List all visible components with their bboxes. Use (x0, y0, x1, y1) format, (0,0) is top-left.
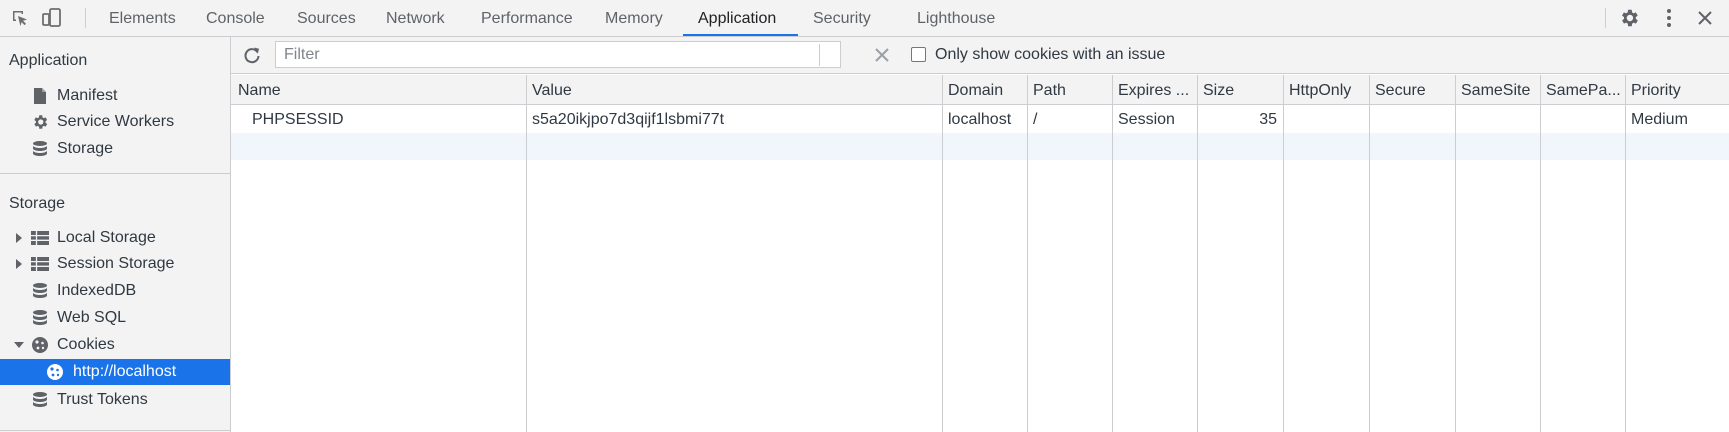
table-row[interactable]: PHPSESSID s5a20ikjpo7d3qijf1lsbmi77t loc… (231, 106, 1729, 133)
application-sidebar: Application Manifest Service Workers Sto… (0, 37, 231, 432)
cookie-priority-cell: Medium (1631, 111, 1688, 128)
collapse-arrow-icon[interactable] (14, 340, 24, 350)
column-divider[interactable] (1283, 75, 1284, 432)
toolbar-separator (1605, 8, 1606, 28)
sidebar-item-label: Service Workers (57, 113, 175, 130)
sidebar-item-indexeddb[interactable]: IndexedDB (0, 278, 230, 304)
column-divider[interactable] (1369, 75, 1370, 432)
column-divider[interactable] (1197, 75, 1198, 432)
tab-lighthouse[interactable]: Lighthouse (917, 0, 995, 36)
sidebar-item-label: Cookies (57, 336, 115, 353)
tab-performance[interactable]: Performance (481, 0, 573, 36)
sidebar-item-label: IndexedDB (57, 282, 137, 299)
cookies-table: Name Value Domain Path Expires ... Size … (231, 75, 1729, 432)
table-header: Name Value Domain Path Expires ... Size … (231, 75, 1729, 105)
toolbar-separator (819, 44, 820, 66)
cookie-icon (30, 335, 50, 355)
cookie-name-cell: PHPSESSID (252, 111, 344, 128)
column-divider[interactable] (1112, 75, 1113, 432)
sidebar-heading-storage: Storage (9, 195, 66, 212)
document-icon (30, 86, 50, 106)
sidebar-item-cookies[interactable]: Cookies (0, 332, 230, 358)
sidebar-divider (0, 430, 230, 431)
expand-arrow-icon[interactable] (14, 259, 24, 269)
filter-input[interactable] (275, 41, 841, 68)
tab-console[interactable]: Console (206, 0, 265, 36)
column-divider[interactable] (942, 75, 943, 432)
column-header-path[interactable]: Path (1033, 75, 1111, 105)
cookie-expires-cell: Session (1118, 111, 1175, 128)
sidebar-item-cookies-localhost[interactable]: http://localhost (0, 359, 230, 385)
settings-gear-icon[interactable] (1617, 6, 1641, 30)
sidebar-item-label: Local Storage (57, 229, 156, 246)
expand-arrow-icon[interactable] (14, 233, 24, 243)
column-divider[interactable] (1625, 75, 1626, 432)
sidebar-item-local-storage[interactable]: Local Storage (0, 225, 230, 251)
cookie-domain-cell: localhost (948, 111, 1012, 128)
column-header-expires[interactable]: Expires ... (1118, 75, 1198, 105)
database-icon (30, 139, 50, 159)
tab-network[interactable]: Network (386, 0, 445, 36)
devtools-tab-bar: Elements Console Sources Network Perform… (0, 0, 1729, 37)
column-header-sameparty[interactable]: SamePa... (1546, 75, 1626, 105)
sidebar-item-service-workers[interactable]: Service Workers (0, 109, 230, 135)
column-header-samesite[interactable]: SameSite (1461, 75, 1541, 105)
column-header-size[interactable]: Size (1203, 75, 1283, 105)
tab-memory[interactable]: Memory (605, 0, 663, 36)
sidebar-item-storage[interactable]: Storage (0, 136, 230, 162)
sidebar-item-label: Storage (57, 140, 114, 157)
table-row[interactable] (231, 133, 1729, 160)
column-header-name[interactable]: Name (238, 75, 493, 105)
inspect-element-icon[interactable] (8, 6, 32, 30)
sidebar-item-manifest[interactable]: Manifest (0, 83, 230, 109)
database-icon (30, 390, 50, 410)
cookie-samesite-cell (1461, 106, 1541, 133)
cookie-secure-cell (1375, 106, 1455, 133)
column-header-secure[interactable]: Secure (1375, 75, 1455, 105)
sidebar-item-label: Session Storage (57, 255, 175, 272)
column-header-domain[interactable]: Domain (948, 75, 1028, 105)
device-toolbar-icon[interactable] (40, 6, 64, 30)
tab-security[interactable]: Security (813, 0, 871, 36)
column-divider[interactable] (1027, 75, 1028, 432)
sidebar-heading-application: Application (9, 52, 88, 69)
column-header-value[interactable]: Value (532, 75, 937, 105)
cookie-httponly-cell (1289, 106, 1369, 133)
cookie-size-cell: 35 (1259, 111, 1277, 128)
active-tab-indicator (683, 34, 798, 36)
sidebar-item-label: Trust Tokens (57, 391, 148, 408)
sidebar-item-session-storage[interactable]: Session Storage (0, 251, 230, 277)
cookie-path-cell: / (1033, 111, 1038, 128)
column-divider[interactable] (1540, 75, 1541, 432)
database-icon (30, 308, 50, 328)
tab-elements[interactable]: Elements (109, 0, 176, 36)
cookie-icon (45, 362, 65, 382)
column-header-priority[interactable]: Priority (1631, 75, 1721, 105)
clear-all-icon[interactable] (871, 44, 893, 66)
column-divider[interactable] (1455, 75, 1456, 432)
column-divider[interactable] (526, 75, 527, 432)
close-icon[interactable] (1693, 6, 1717, 30)
sidebar-item-label: Manifest (57, 87, 118, 104)
tab-sources[interactable]: Sources (297, 0, 356, 36)
cookie-value-cell: s5a20ikjpo7d3qijf1lsbmi77t (532, 111, 725, 128)
only-issues-checkbox[interactable] (911, 47, 926, 62)
database-icon (30, 281, 50, 301)
toolbar-separator (85, 8, 86, 28)
cookie-sameparty-cell (1546, 106, 1626, 133)
table-icon (30, 228, 50, 248)
more-options-icon[interactable] (1657, 6, 1681, 30)
sidebar-item-web-sql[interactable]: Web SQL (0, 305, 230, 331)
table-icon (30, 254, 50, 274)
sidebar-item-label: Web SQL (57, 309, 127, 326)
sidebar-item-trust-tokens[interactable]: Trust Tokens (0, 387, 230, 413)
gear-icon (30, 112, 50, 132)
tab-application[interactable]: Application (698, 0, 776, 36)
refresh-icon[interactable] (241, 44, 263, 66)
sidebar-divider (0, 173, 230, 174)
only-issues-label[interactable]: Only show cookies with an issue (935, 46, 1165, 64)
column-header-httponly[interactable]: HttpOnly (1289, 75, 1369, 105)
cookies-toolbar: Only show cookies with an issue (231, 37, 1729, 74)
sidebar-item-label: http://localhost (73, 363, 177, 380)
